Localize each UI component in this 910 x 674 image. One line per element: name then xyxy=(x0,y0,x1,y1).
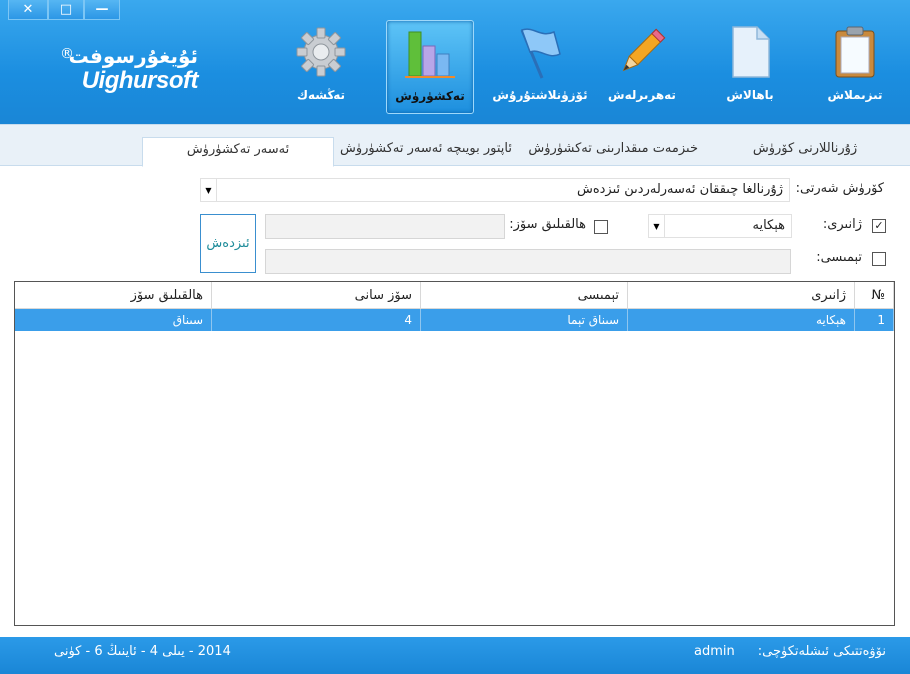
registered-mark: ® xyxy=(60,46,74,62)
search-button[interactable]: ئىزدەش xyxy=(200,214,256,273)
toolbar-editing-button[interactable]: تەھرىرلەش xyxy=(599,20,685,112)
close-button[interactable]: ✕ xyxy=(8,0,48,20)
genre-select-value: ھېكايە xyxy=(752,218,785,233)
condition-select[interactable]: ژۇرنالغا چىققان ئەسەرلەردىن ئىزدەش ▼ xyxy=(200,178,790,202)
col-theme[interactable]: تېمىسى xyxy=(420,282,628,309)
col-word-count[interactable]: سۆز سانى xyxy=(211,282,421,309)
status-date: 2014 - يىلى 4 - ئاينىڭ 6 - كۈنى xyxy=(54,644,231,659)
toolbar-statistics-button[interactable]: تەكشۈرۈش xyxy=(386,20,474,114)
tab-journal-view-label: ژۇرناللارنى كۆرۈش xyxy=(752,141,858,156)
tab-journal-view[interactable]: ژۇرناللارنى كۆرۈش xyxy=(750,137,860,165)
theme-input[interactable] xyxy=(265,249,791,274)
table-row[interactable]: 1 ھېكايە سىناق تېما 4 سىناق xyxy=(15,308,894,331)
tab-bar: ئەسەر تەكشۈرۈش ئاپتور بويىچە ئەسەر تەكشۈ… xyxy=(0,124,910,167)
operator-value: admin xyxy=(694,644,735,659)
tab-workload-search-label: خىزمەت مىقدارىنى تەكشۈرۈش xyxy=(528,141,698,156)
toolbar-registration-label: ئۆزۈنلاشتۇرۇش xyxy=(492,88,588,102)
cell-theme: سىناق تېما xyxy=(420,308,628,331)
grid-header-row: № ژانىرى تېمىسى سۆز سانى ھالقىلىق سۆز xyxy=(15,282,894,309)
cell-keyword: سىناق xyxy=(15,308,212,331)
operator-label: نۆۋەتتىكى ئىشلەتكۈچى: xyxy=(757,644,886,659)
chevron-down-icon[interactable]: ▼ xyxy=(649,215,665,237)
tab-work-search[interactable]: ئەسەر تەكشۈرۈش xyxy=(142,137,334,167)
toolbar-evaluation-button[interactable]: باھالاش xyxy=(707,20,793,112)
toolbar-editing-label: تەھرىرلەش xyxy=(608,88,676,102)
genre-label: ژانىرى: xyxy=(822,217,862,232)
brand-uyghur: ئۇيغۇرسوفت xyxy=(68,44,198,68)
toolbar-catalog-button[interactable]: تىزىملاش xyxy=(812,20,898,112)
chevron-down-icon[interactable]: ▼ xyxy=(201,179,217,201)
window-controls: ✕ □ — xyxy=(8,0,120,20)
minimize-button[interactable]: — xyxy=(84,0,120,20)
condition-label: كۆرۈش شەرتى: xyxy=(795,181,884,196)
cell-genre: ھېكايە xyxy=(627,308,855,331)
gear-icon xyxy=(289,22,353,82)
document-icon xyxy=(718,22,782,82)
flag-icon xyxy=(508,22,572,82)
condition-select-value: ژۇرنالغا چىققان ئەسەرلەردىن ئىزدەش xyxy=(576,182,783,197)
col-keyword[interactable]: ھالقىلىق سۆز xyxy=(15,282,212,309)
tab-workload-search[interactable]: خىزمەت مىقدارىنى تەكشۈرۈش xyxy=(528,137,698,165)
col-number[interactable]: № xyxy=(854,282,894,309)
toolbar-catalog-label: تىزىملاش xyxy=(827,88,883,102)
status-bar: نۆۋەتتىكى ئىشلەتكۈچى: admin 2014 - يىلى … xyxy=(0,637,910,674)
genre-checkbox[interactable]: ✓ xyxy=(872,219,886,233)
keyword-checkbox[interactable] xyxy=(594,220,608,234)
theme-label: تېمىسى: xyxy=(816,250,862,265)
tab-work-search-label: ئەسەر تەكشۈرۈش xyxy=(186,142,290,157)
genre-select[interactable]: ھېكايە ▼ xyxy=(648,214,792,238)
keyword-input[interactable] xyxy=(265,214,505,239)
brand-latin: Uighursoft xyxy=(81,67,199,94)
results-grid[interactable]: № ژانىرى تېمىسى سۆز سانى ھالقىلىق سۆز 1 … xyxy=(14,281,895,626)
tab-author-search[interactable]: ئاپتور بويىچە ئەسەر تەكشۈرۈش xyxy=(338,137,514,165)
brand-logo: ® ئۇيغۇرسوفت Uighursoft xyxy=(58,44,199,94)
toolbar-statistics-label: تەكشۈرۈش xyxy=(395,89,465,103)
theme-checkbox[interactable] xyxy=(872,252,886,266)
app-header: ✕ □ — ® ئۇيغۇرسوفت Uighursoft تەڭشەك تەك… xyxy=(0,0,910,124)
tab-author-search-label: ئاپتور بويىچە ئەسەر تەكشۈرۈش xyxy=(340,141,512,156)
keyword-label: ھالقىلىق سۆز: xyxy=(509,217,586,232)
bar-chart-icon xyxy=(398,23,462,83)
toolbar-settings-label: تەڭشەك xyxy=(297,88,345,102)
clipboard-icon xyxy=(823,22,887,82)
toolbar-evaluation-label: باھالاش xyxy=(726,88,774,102)
toolbar-settings-button[interactable]: تەڭشەك xyxy=(278,20,364,112)
col-genre[interactable]: ژانىرى xyxy=(627,282,855,309)
pencil-icon xyxy=(610,22,674,82)
toolbar-registration-button[interactable]: ئۆزۈنلاشتۇرۇش xyxy=(492,20,588,112)
cell-word-count: 4 xyxy=(211,308,421,331)
maximize-button[interactable]: □ xyxy=(48,0,84,20)
cell-number: 1 xyxy=(854,308,894,331)
